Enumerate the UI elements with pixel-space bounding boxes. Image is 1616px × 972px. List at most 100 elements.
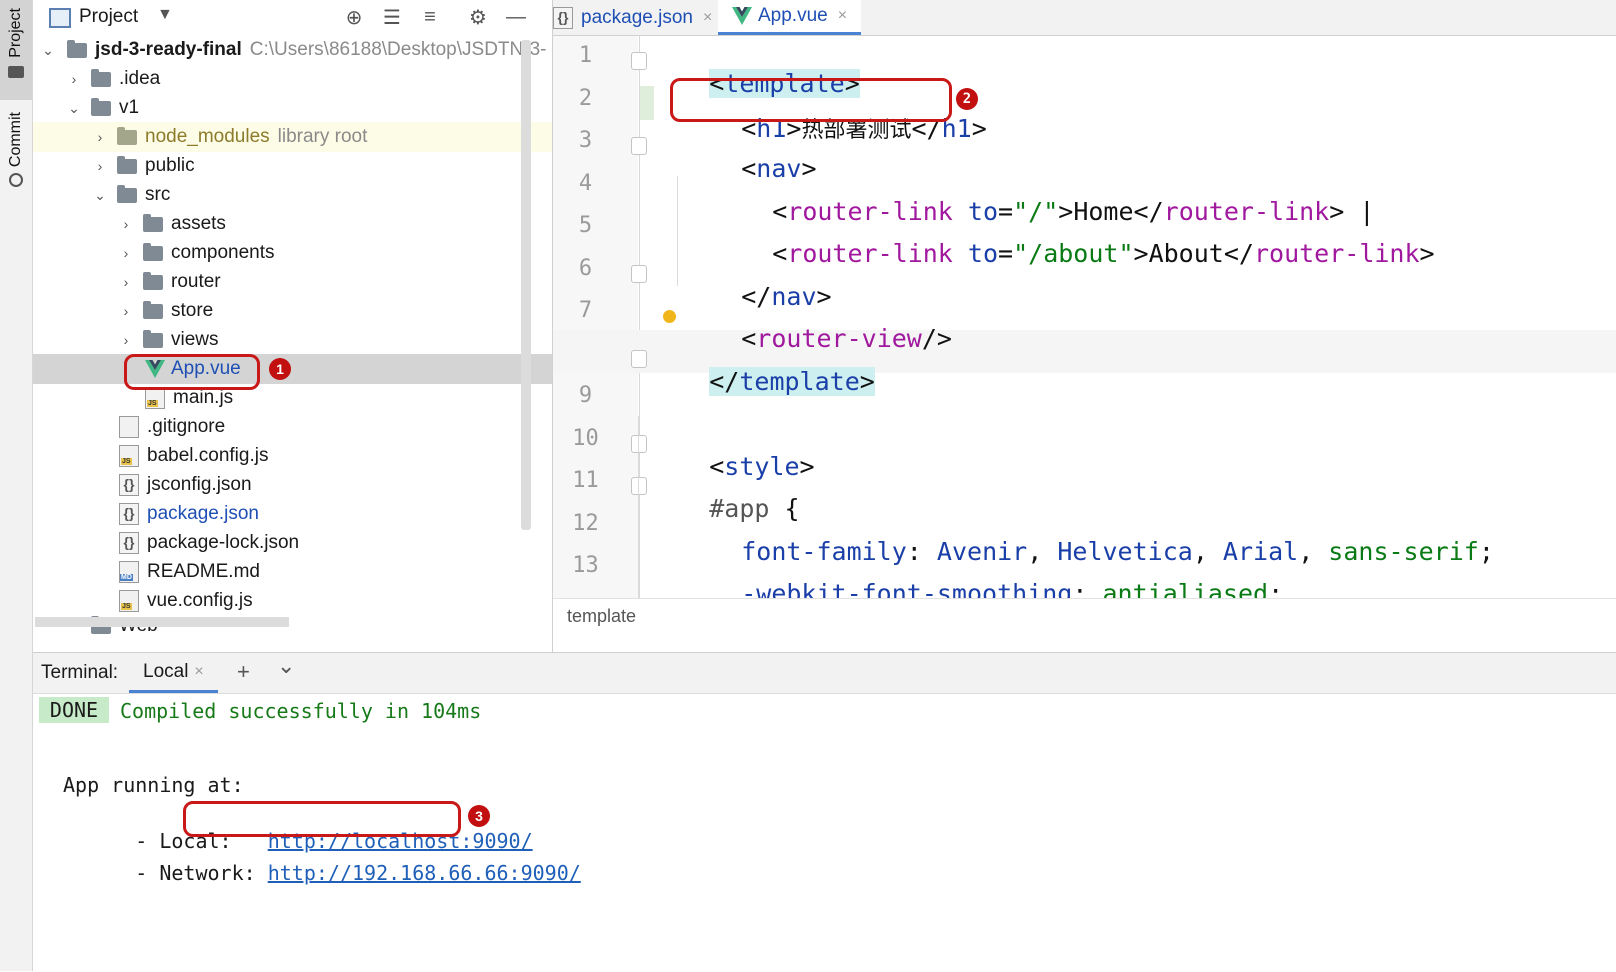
tree-item-store[interactable]: › store — [33, 296, 552, 326]
collapse-all-icon[interactable]: ≡ — [417, 4, 443, 30]
commit-tool-tab[interactable]: Commit — [0, 112, 32, 202]
tab-app-vue[interactable]: App.vue × — [718, 0, 862, 35]
network-url-link[interactable]: http://192.168.66.66:9090/ — [268, 861, 581, 885]
chevron-right-icon[interactable]: › — [67, 72, 81, 86]
vue-icon — [732, 7, 752, 25]
json-file-icon: {} — [553, 6, 573, 29]
lightbulb-icon[interactable] — [663, 310, 676, 323]
project-pane: Project ▼ ⊕ ☰ ≡ ⚙ — ⌄ jsd-3-ready-final … — [33, 0, 553, 652]
app-running-text: App running at: — [63, 773, 244, 797]
tab-label: package.json — [581, 6, 693, 28]
breadcrumb[interactable]: template — [553, 598, 1616, 633]
tree-item-label: public — [145, 155, 195, 176]
fold-marker-icon[interactable] — [631, 477, 647, 495]
folder-icon — [91, 97, 111, 116]
line-number: 13 — [572, 553, 599, 578]
tree-item-gitignore[interactable]: .gitignore — [33, 412, 552, 442]
tree-item-label: .idea — [119, 68, 161, 89]
tree-item-views[interactable]: › views — [33, 325, 552, 355]
tab-package-json[interactable]: {} package.json × — [553, 0, 712, 35]
tree-item-public[interactable]: › public — [33, 151, 552, 181]
js-file-icon: JS — [145, 387, 165, 409]
chevron-right-icon[interactable]: › — [93, 130, 107, 144]
tree-item-label: jsconfig.json — [147, 474, 252, 495]
terminal-panel[interactable]: Terminal: Local × + ⌄ DONE Compiled succ… — [33, 652, 1616, 972]
tree-item-label: assets — [171, 213, 226, 234]
chevron-right-icon[interactable]: › — [119, 217, 133, 231]
tree-item-assets[interactable]: › assets — [33, 209, 552, 239]
chevron-down-icon[interactable]: ⌄ — [277, 653, 295, 679]
dropdown-icon[interactable]: ▼ — [157, 6, 173, 24]
chevron-down-icon[interactable]: ⌄ — [67, 101, 81, 115]
tree-horizontal-scrollbar[interactable] — [35, 617, 289, 627]
library-root-note: library root — [277, 126, 368, 147]
minimize-icon[interactable]: — — [503, 4, 529, 30]
locate-icon[interactable]: ⊕ — [341, 4, 367, 30]
js-file-icon: JS — [119, 590, 139, 612]
folder-icon — [91, 68, 111, 87]
fold-marker-icon[interactable] — [631, 265, 647, 283]
breadcrumb-item[interactable]: template — [567, 606, 636, 627]
annotation-badge-3: 3 — [468, 805, 490, 827]
tree-item-label: babel.config.js — [147, 445, 269, 466]
tree-item-readme[interactable]: MD README.md — [33, 557, 552, 587]
fold-marker-icon[interactable] — [631, 350, 647, 368]
tree-item-main-js[interactable]: JS main.js — [33, 383, 552, 413]
tool-window-strip: Project Commit — [0, 0, 33, 971]
tree-vertical-scrollbar[interactable] — [521, 40, 531, 530]
tree-item-app-vue[interactable]: App.vue — [33, 354, 552, 384]
fold-marker-icon[interactable] — [631, 137, 647, 155]
tree-item-router[interactable]: › router — [33, 267, 552, 297]
line-number: 12 — [572, 511, 599, 536]
close-icon[interactable]: × — [703, 9, 712, 27]
code-editor[interactable]: 1 2 3 4 5 6 7 8 9 10 11 12 13 <template>… — [553, 36, 1616, 616]
chevron-right-icon[interactable]: › — [119, 275, 133, 289]
tree-item-babel-config[interactable]: JS babel.config.js — [33, 441, 552, 471]
chevron-right-icon[interactable]: › — [119, 333, 133, 347]
gear-icon[interactable]: ⚙ — [465, 4, 491, 30]
close-icon[interactable]: × — [194, 663, 203, 681]
line-number: 11 — [572, 468, 599, 493]
chevron-right-icon[interactable]: › — [119, 246, 133, 260]
commit-icon — [9, 173, 23, 188]
tree-item-package-lock[interactable]: {} package-lock.json — [33, 528, 552, 558]
chevron-right-icon[interactable]: › — [119, 304, 133, 318]
chevron-down-icon[interactable]: ⌄ — [93, 188, 107, 202]
add-terminal-icon[interactable]: + — [237, 659, 250, 685]
tree-item-components[interactable]: › components — [33, 238, 552, 268]
project-header: Project ▼ ⊕ ☰ ≡ ⚙ — — [33, 0, 552, 34]
editor-tab-bar: {} package.json × App.vue × — [553, 0, 1616, 36]
tree-item-package-json[interactable]: {} package.json — [33, 499, 552, 529]
project-view-icon — [49, 8, 71, 28]
chevron-right-icon[interactable]: › — [93, 159, 107, 173]
line-number: 7 — [578, 298, 593, 323]
tree-item-jsconfig[interactable]: {} jsconfig.json — [33, 470, 552, 500]
tree-item-v1[interactable]: ⌄ v1 — [33, 93, 552, 123]
tree-item-label: package.json — [147, 503, 259, 524]
annotation-badge-1: 1 — [269, 358, 291, 380]
project-tool-tab[interactable]: Project — [0, 0, 32, 100]
line-number: 4 — [578, 171, 593, 196]
fold-marker-icon[interactable] — [631, 435, 647, 453]
tree-root[interactable]: ⌄ jsd-3-ready-final C:\Users\86188\Deskt… — [33, 35, 552, 65]
project-view-title[interactable]: Project — [79, 6, 138, 28]
close-icon[interactable]: × — [838, 7, 847, 25]
tab-local-terminal[interactable]: Local × — [129, 653, 218, 693]
tree-item-label: components — [171, 242, 275, 263]
tree-item-label: v1 — [119, 97, 140, 118]
tree-item-label: views — [171, 329, 219, 350]
fold-marker-icon[interactable] — [631, 52, 647, 70]
folder-icon — [8, 65, 24, 78]
network-prefix: - Network: — [135, 861, 268, 885]
tree-item-vue-config[interactable]: JS vue.config.js — [33, 586, 552, 616]
line-number: 9 — [578, 383, 593, 408]
annotation-box-1 — [124, 354, 260, 390]
tree-item-node-modules[interactable]: › node_modules library root — [33, 122, 552, 152]
commit-tool-label: Commit — [7, 112, 24, 168]
terminal-label: Terminal: — [41, 662, 119, 683]
tree-item-idea[interactable]: › .idea — [33, 64, 552, 94]
expand-all-icon[interactable]: ☰ — [379, 4, 405, 30]
tree-item-src[interactable]: ⌄ src — [33, 180, 552, 210]
chevron-down-icon[interactable]: ⌄ — [41, 43, 55, 57]
terminal-tab-label: Local — [143, 660, 189, 682]
